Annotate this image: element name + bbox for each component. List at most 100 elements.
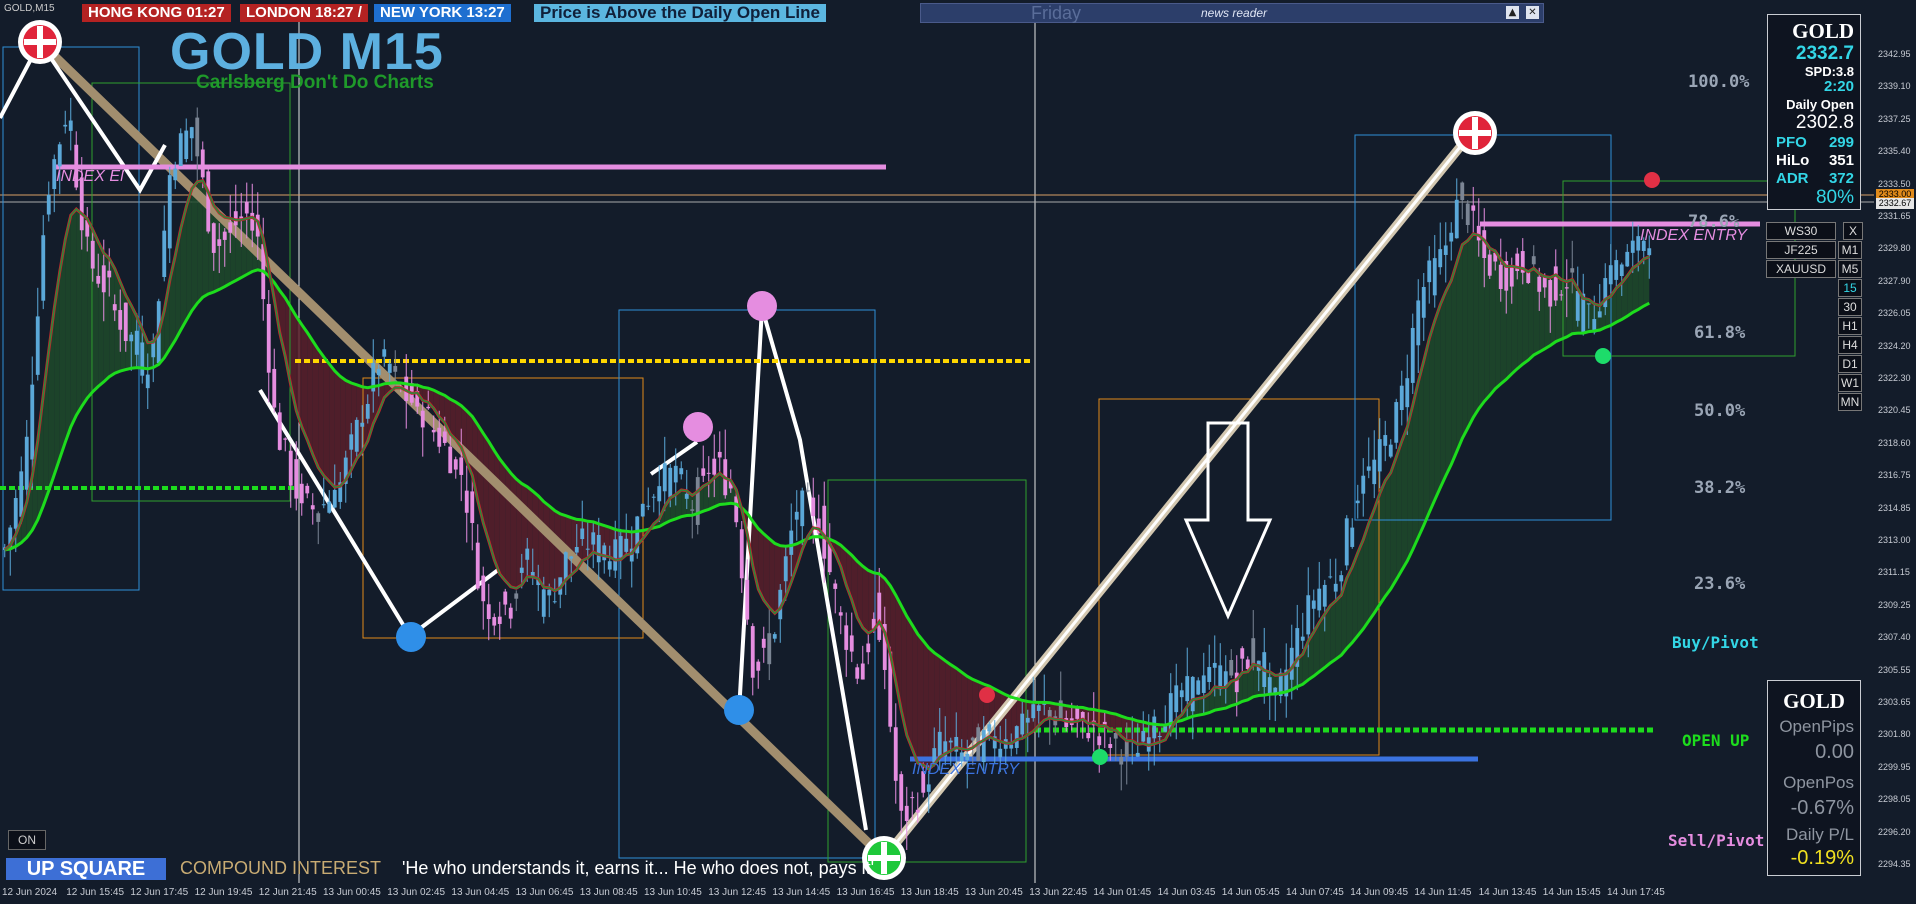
candle-body — [613, 539, 618, 571]
candle-body — [162, 230, 167, 277]
y-tick-label: 2296.20 — [1878, 826, 1911, 837]
tf-button-30[interactable]: 30 — [1838, 298, 1862, 316]
candle-body — [596, 534, 601, 563]
cloud-segment — [499, 459, 506, 581]
candle-body — [492, 617, 497, 626]
candle-body — [63, 124, 68, 127]
x-tick-label: 14 Jun 09:45 — [1350, 887, 1409, 898]
cloud-segment — [1632, 264, 1639, 313]
candle-body — [19, 471, 24, 517]
info-daily-open-label: Daily Open — [1786, 97, 1854, 112]
cloud-segment — [917, 634, 924, 765]
cloud-segment — [241, 218, 247, 278]
cloud-segment — [76, 209, 82, 416]
candle-body — [24, 436, 29, 490]
candle-body — [1421, 286, 1426, 318]
y-tick-label: 2313.00 — [1878, 535, 1911, 545]
trend-lines — [0, 38, 1760, 862]
y-tick-label: 2299.95 — [1878, 761, 1911, 772]
on-button[interactable]: ON — [8, 830, 46, 850]
cloud-segment — [862, 566, 869, 634]
candle-body — [1157, 736, 1162, 738]
tf-button-h1[interactable]: H1 — [1838, 317, 1862, 335]
close-icon[interactable]: ✕ — [1526, 6, 1539, 19]
candle-body — [272, 368, 277, 408]
cloud-segment — [1462, 240, 1468, 439]
up-square-banner: UP SQUARE — [6, 858, 166, 880]
candle-body — [772, 634, 777, 639]
candle-body — [910, 797, 915, 799]
candle-body — [1031, 704, 1036, 719]
candle-body — [668, 467, 673, 498]
cloud-segment — [318, 349, 324, 476]
cloud-segment — [1198, 697, 1204, 716]
info-adr: 372 — [1828, 170, 1854, 187]
cloud-segment — [543, 501, 550, 588]
candle-body — [1570, 268, 1575, 273]
collapse-icon[interactable]: ▲ — [1506, 6, 1519, 19]
candle-body — [1322, 584, 1327, 607]
x-tick-label: 13 Jun 12:45 — [708, 887, 767, 898]
candle-body — [316, 513, 321, 522]
candle-body — [145, 374, 150, 389]
candle-body — [541, 589, 546, 617]
candle-body — [1383, 435, 1388, 446]
fib-level-382: 38.2% — [1694, 478, 1746, 498]
symbol-button-jf225[interactable]: JF225 — [1766, 241, 1836, 259]
candle-body — [1449, 232, 1454, 242]
tf-button-w1[interactable]: W1 — [1838, 374, 1862, 392]
cloud-segment — [1330, 600, 1336, 664]
candle-body — [1619, 264, 1624, 277]
candle-body — [1614, 260, 1619, 280]
candle-body — [1575, 291, 1580, 321]
y-tick-label: 2303.65 — [1878, 697, 1911, 707]
candle-body — [1586, 303, 1591, 305]
tf-button-m5[interactable]: M5 — [1838, 260, 1862, 278]
candle-body — [1317, 588, 1322, 611]
cloud-segment — [1335, 595, 1342, 660]
candle-body — [1339, 575, 1344, 582]
candle-body — [844, 625, 849, 650]
news-reader-bar[interactable]: Friday news reader ▲ ✕ — [920, 3, 1544, 23]
tf-button-h4[interactable]: H4 — [1838, 336, 1862, 354]
candle-body — [1036, 705, 1041, 711]
info-hilo-label: HiLo — [1776, 152, 1810, 169]
candle-body — [426, 406, 431, 409]
info-timer: 2:20 — [1823, 78, 1854, 95]
candle-body — [167, 175, 172, 249]
candle-body — [602, 545, 607, 561]
pnl-open-pos-label: OpenPos — [1783, 773, 1854, 792]
candle-body — [525, 548, 530, 560]
candle-body — [1025, 717, 1030, 723]
cloud-segment — [532, 491, 539, 579]
tf-button-m1[interactable]: M1 — [1838, 241, 1862, 259]
tf-button-mn[interactable]: MN — [1838, 393, 1862, 411]
x-tick-label: 13 Jun 00:45 — [323, 887, 381, 898]
candle-body — [646, 505, 651, 507]
cloud-segment — [1445, 280, 1452, 476]
candle-body — [459, 457, 464, 475]
candle-body — [228, 222, 233, 233]
tf-button-d1[interactable]: D1 — [1838, 355, 1862, 373]
candle-body — [937, 731, 942, 758]
cloud-segment — [923, 640, 929, 770]
tf-button-15[interactable]: 15 — [1838, 279, 1862, 297]
cloud-segment — [323, 356, 330, 482]
x-tick-label: 12 Jun 21:45 — [258, 887, 317, 898]
candle-body — [1152, 716, 1157, 739]
candle-body — [1394, 402, 1399, 443]
cloud-segment — [1368, 509, 1375, 621]
y-tick-label: 2331.65 — [1878, 211, 1911, 221]
candle-body — [745, 579, 750, 620]
candle-body — [503, 591, 508, 605]
candle-body — [211, 223, 216, 253]
x-tick-label: 13 Jun 20:45 — [965, 887, 1023, 898]
candle-body — [1498, 264, 1503, 289]
symbol-button-xauusd[interactable]: XAUUSD — [1766, 260, 1836, 278]
symbol-close-button[interactable]: X — [1843, 222, 1863, 240]
candle-body — [30, 384, 35, 460]
symbol-button-ws30[interactable]: WS30 — [1766, 222, 1836, 240]
quote-ticker: 'He who understands it, earns it... He w… — [402, 858, 875, 878]
cloud-segment — [1429, 320, 1435, 513]
cloud-segment — [906, 616, 913, 749]
